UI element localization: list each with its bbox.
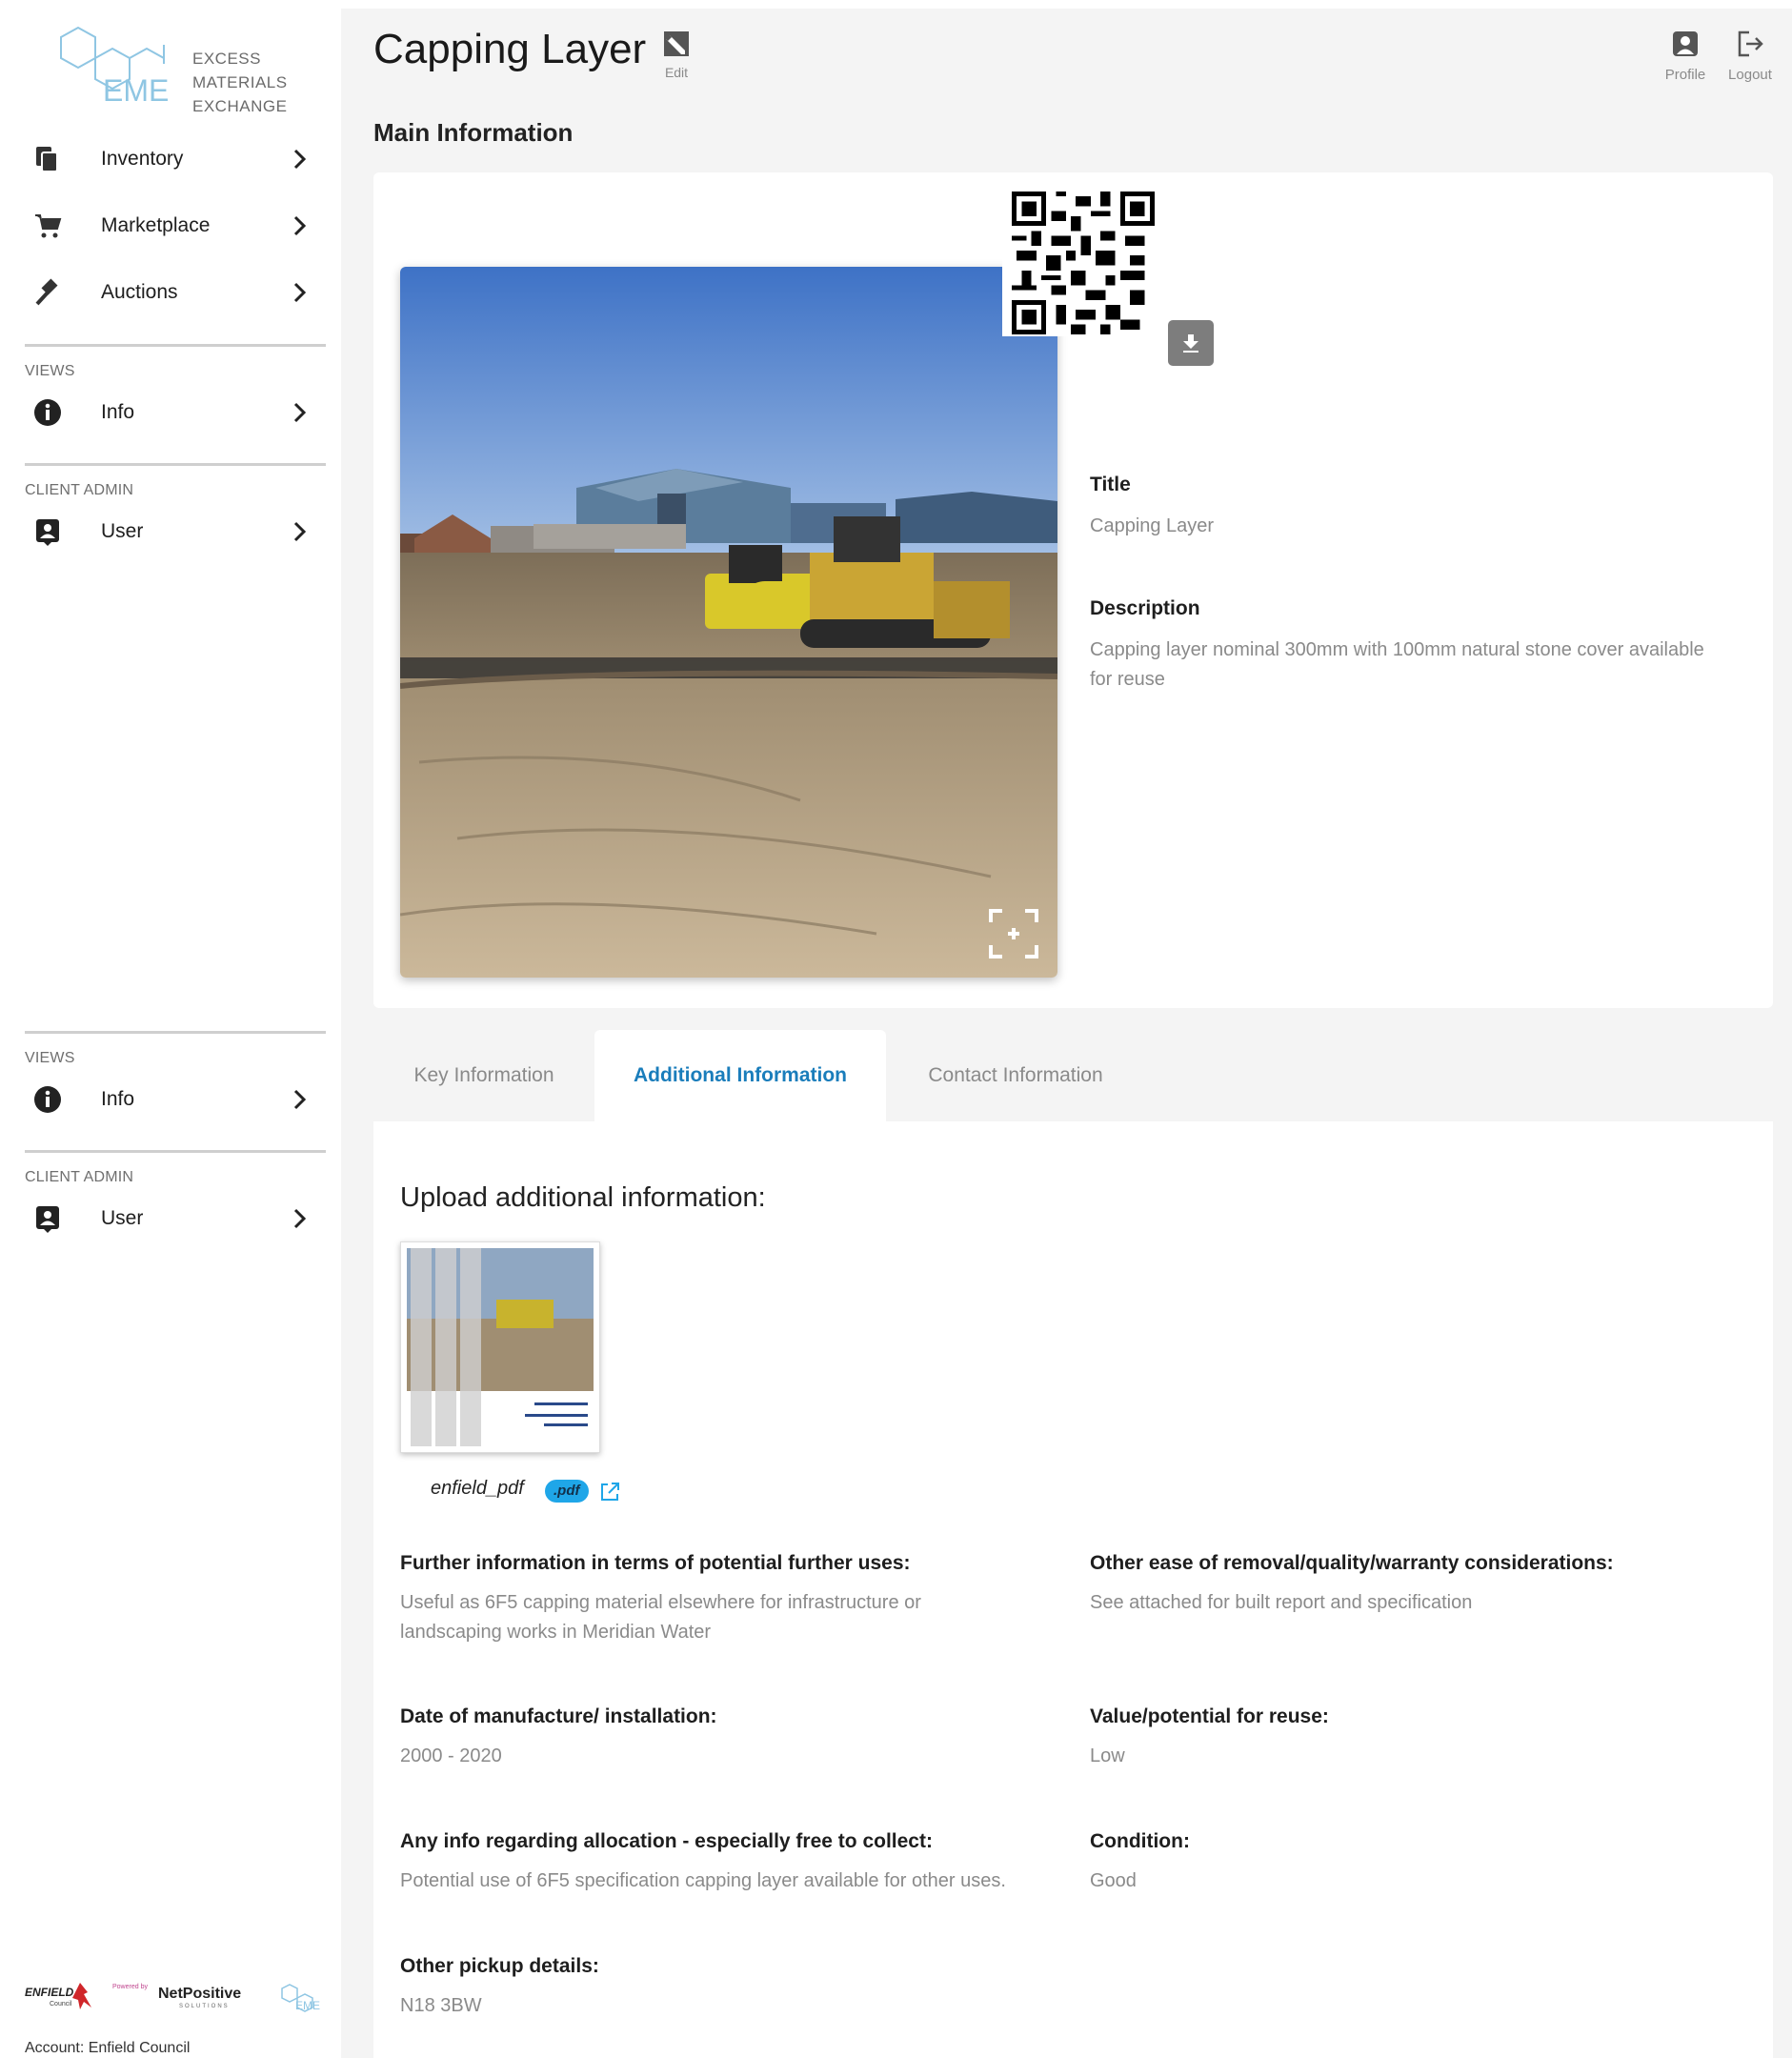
further-uses-label: Further information in terms of potentia… xyxy=(400,1552,911,1574)
divider xyxy=(25,1150,326,1153)
condition-label: Condition: xyxy=(1090,1830,1190,1852)
logout-icon xyxy=(1738,30,1763,57)
logout-button[interactable]: Logout xyxy=(1725,30,1775,83)
sidebar-item-label: Info xyxy=(101,1088,135,1110)
document-name[interactable]: enfield_pdf xyxy=(431,1478,524,1500)
upload-heading: Upload additional information: xyxy=(400,1182,766,1213)
sidebar-item-label: Info xyxy=(101,401,135,423)
netpositive-logo-text: NetPositive xyxy=(158,1986,241,2002)
eme-logo[interactable]: EME EXCESS MATERIALS EXCHANGE xyxy=(40,26,326,115)
logo-hexagon-icon: EME xyxy=(60,26,169,108)
user-badge-icon xyxy=(32,1203,63,1234)
description-value: Capping layer nominal 300mm with 100mm n… xyxy=(1090,639,1704,690)
chevron-right-icon xyxy=(293,402,307,423)
qr-code xyxy=(1002,192,1155,336)
profile-button[interactable]: Profile xyxy=(1661,30,1710,83)
sidebar-item-inventory[interactable]: Inventory xyxy=(32,131,318,188)
logout-label: Logout xyxy=(1728,67,1772,83)
pickup-label: Other pickup details: xyxy=(400,1955,599,1977)
title-value: Capping Layer xyxy=(1090,515,1215,536)
profile-label: Profile xyxy=(1664,67,1706,83)
section-label: VIEWS xyxy=(25,1050,75,1066)
council-logo-text: ENFIELD xyxy=(25,1986,74,1999)
date-value: 2000 - 2020 xyxy=(400,1745,502,1766)
profile-icon xyxy=(1673,31,1698,56)
chevron-right-icon xyxy=(293,521,307,542)
sponsor-logos: ENFIELD Council Powered by NetPositive S… xyxy=(25,1975,330,2021)
additional-information-panel: Upload additional information: enfield_p… xyxy=(373,1121,1773,2058)
sidebar-item-info[interactable]: Info xyxy=(32,1071,318,1128)
sidebar-item-user[interactable]: User xyxy=(32,503,318,560)
edit-label: Edit xyxy=(664,65,689,80)
chevron-right-icon xyxy=(293,1208,307,1229)
cart-icon xyxy=(32,211,63,241)
sidebar-item-label: Inventory xyxy=(101,148,184,170)
tab-contact-information[interactable]: Contact Information xyxy=(886,1030,1145,1121)
gavel-icon xyxy=(32,277,63,308)
inventory-icon xyxy=(32,144,63,174)
pdf-badge: .pdf xyxy=(545,1480,589,1503)
document-thumbnail[interactable] xyxy=(400,1241,600,1453)
sidebar-item-label: Auctions xyxy=(101,281,178,303)
section-label: CLIENT ADMIN xyxy=(25,482,134,498)
section-label: VIEWS xyxy=(25,363,75,379)
eme-small-logo-text: EME xyxy=(295,1999,320,2012)
section-label: CLIENT ADMIN xyxy=(25,1169,134,1185)
info-icon xyxy=(32,1084,63,1115)
material-photo[interactable] xyxy=(400,267,1057,978)
title-label: Title xyxy=(1090,474,1131,495)
powered-by-text: Powered by xyxy=(112,1984,148,1990)
chevron-right-icon xyxy=(293,149,307,170)
sidebar-item-label: User xyxy=(101,520,144,542)
page-title: Capping Layer xyxy=(373,26,647,72)
edit-button[interactable]: Edit xyxy=(657,30,695,87)
chevron-right-icon xyxy=(293,282,307,303)
sidebar: EME EXCESS MATERIALS EXCHANGE Inventory … xyxy=(6,9,341,2058)
sidebar-item-label: Marketplace xyxy=(101,214,211,236)
council-logo-sub: Council xyxy=(50,2001,72,2008)
download-icon xyxy=(1183,334,1198,353)
sidebar-item-info[interactable]: Info xyxy=(32,384,318,441)
main-content: Capping Layer Edit Profile Logout Main I… xyxy=(341,9,1792,2058)
further-uses-value: Useful as 6F5 capping material elsewhere… xyxy=(400,1592,921,1643)
condition-value: Good xyxy=(1090,1870,1137,1891)
chevron-right-icon xyxy=(293,215,307,236)
sidebar-item-user[interactable]: User xyxy=(32,1190,318,1247)
qr-code-icon xyxy=(1012,192,1155,334)
sidebar-item-marketplace[interactable]: Marketplace xyxy=(32,197,318,254)
description-label: Description xyxy=(1090,597,1200,619)
external-link-icon[interactable] xyxy=(598,1481,621,1503)
account-label: Account: Enfield Council xyxy=(25,2040,191,2056)
divider xyxy=(25,1031,326,1034)
divider xyxy=(25,463,326,466)
tab-key-information[interactable]: Key Information xyxy=(373,1030,594,1121)
removal-considerations-label: Other ease of removal/quality/warranty c… xyxy=(1090,1552,1614,1574)
main-information-heading: Main Information xyxy=(373,118,574,147)
date-label: Date of manufacture/ installation: xyxy=(400,1705,717,1727)
logo-wordmark: EXCESS MATERIALS EXCHANGE xyxy=(192,50,288,115)
pickup-value: N18 3BW xyxy=(400,1995,482,2016)
removal-considerations-value: See attached for built report and specif… xyxy=(1090,1592,1473,1613)
netpositive-logo-sub: SOLUTIONS xyxy=(179,2004,230,2009)
tab-additional-information[interactable]: Additional Information xyxy=(594,1030,886,1121)
sidebar-item-label: User xyxy=(101,1207,144,1229)
reuse-value-value: Low xyxy=(1090,1745,1125,1766)
logo-letters: EME xyxy=(103,73,169,108)
allocation-label: Any info regarding allocation - especial… xyxy=(400,1830,933,1852)
top-actions: Profile Logout xyxy=(1661,30,1775,83)
expand-icon[interactable] xyxy=(987,907,1040,960)
info-icon xyxy=(32,397,63,428)
allocation-value: Potential use of 6F5 specification cappi… xyxy=(400,1870,1006,1891)
council-crest-icon xyxy=(72,1983,91,2009)
divider xyxy=(25,344,326,347)
sidebar-item-auctions[interactable]: Auctions xyxy=(32,264,318,321)
chevron-right-icon xyxy=(293,1089,307,1110)
pencil-icon xyxy=(664,31,689,56)
info-tabs: Key Information Additional Information C… xyxy=(373,1030,1773,1121)
download-qr-button[interactable] xyxy=(1168,320,1214,366)
reuse-value-label: Value/potential for reuse: xyxy=(1090,1705,1329,1727)
main-info-card: Title Capping Layer Description Capping … xyxy=(373,172,1773,1008)
user-badge-icon xyxy=(32,516,63,547)
